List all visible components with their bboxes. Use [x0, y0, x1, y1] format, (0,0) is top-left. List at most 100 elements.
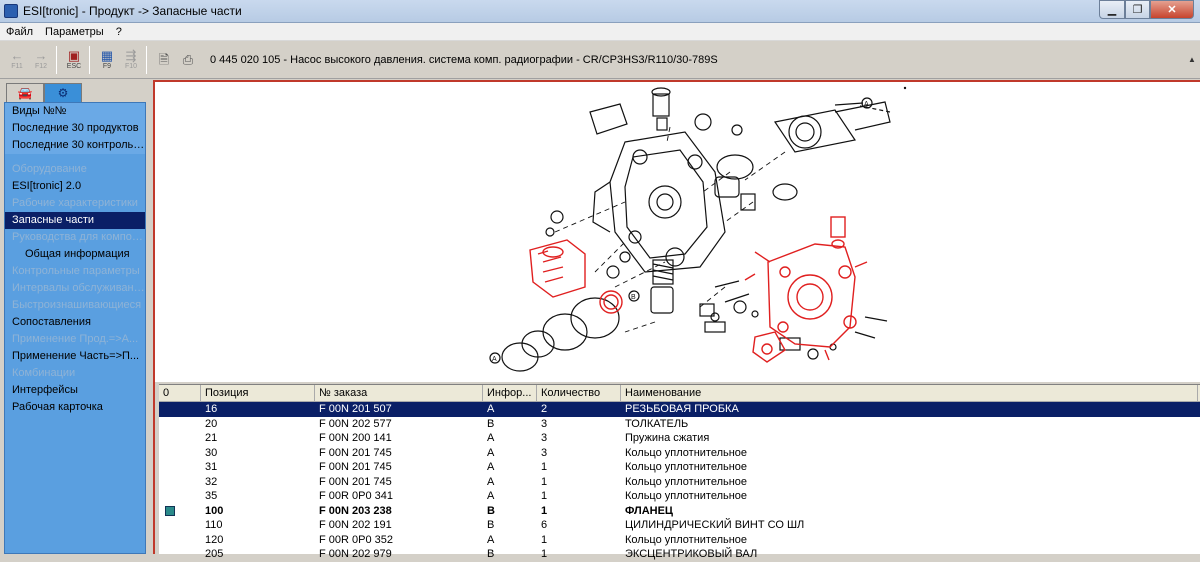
table-row[interactable]: 32 F 00N 201 745 A 1 Кольцо уплотнительное	[159, 475, 1200, 490]
document-icon: 🗎	[158, 51, 170, 67]
window-title: ESI[tronic] - Продукт -> Запасные части	[23, 4, 242, 18]
column-header-position[interactable]: Позиция	[201, 385, 315, 401]
row-flag-cell	[159, 402, 201, 417]
info-cell: A	[487, 446, 495, 459]
table-row[interactable]: 35 F 00R 0P0 341 A 1 Кольцо уплотнительное	[159, 489, 1200, 504]
exploded-view-drawing[interactable]: A A B	[155, 80, 1200, 382]
table-row[interactable]: 120 F 00R 0P0 352 A 1 Кольцо уплотнительное	[159, 533, 1200, 548]
close-button[interactable]: ✕	[1150, 0, 1194, 19]
forward-button[interactable]: → F12	[30, 45, 52, 75]
car-icon: 🚘	[17, 86, 33, 100]
arrow-right-icon: →	[34, 47, 48, 63]
table-row[interactable]: 205 F 00N 202 979 B 1 ЭКСЦЕНТРИКОВЫЙ ВАЛ	[159, 547, 1200, 562]
nav-item-types[interactable]: Виды №№	[5, 103, 145, 120]
app-icon	[4, 4, 18, 18]
print-button[interactable]: ⎙	[177, 45, 199, 75]
row-flag-cell	[159, 460, 201, 475]
tab-parts[interactable]: ⚙	[44, 83, 82, 102]
info-cell: B	[487, 519, 495, 531]
nav-item-esitronic[interactable]: ESI[tronic] 2.0	[5, 178, 145, 195]
pump-exploded-diagram: A A B	[489, 86, 907, 372]
quantity-cell: 2	[541, 403, 548, 415]
position-cell: 35	[205, 490, 218, 502]
quantity-cell: 1	[541, 504, 548, 517]
table-row[interactable]: 20 F 00N 202 577 B 3 ТОЛКАТЕЛЬ	[159, 417, 1200, 432]
f9-button[interactable]: ▦ F9	[96, 45, 118, 75]
nav-item-usage-product: Применение Прод.=>А...	[12, 333, 139, 345]
nav-item-interfaces[interactable]: Интерфейсы	[5, 382, 145, 399]
menu-parameters[interactable]: Параметры	[39, 26, 110, 38]
info-cell: B	[487, 548, 495, 560]
order-number-cell: F 00N 202 577	[319, 417, 392, 430]
info-cell: B	[487, 417, 495, 430]
minimize-button[interactable]: ▁	[1099, 0, 1125, 19]
nav-item-usage-part[interactable]: Применение Часть=>П...	[5, 348, 145, 365]
menu-help[interactable]: ?	[110, 26, 128, 38]
escape-button[interactable]: ▣ ESC	[63, 45, 85, 75]
order-number-cell: F 00N 202 191	[319, 519, 392, 531]
table-row[interactable]: 21 F 00N 200 141 A 3 Пружина сжатия	[159, 431, 1200, 446]
f10-button[interactable]: ⇶ F10	[120, 45, 142, 75]
name-cell: Кольцо уплотнительное	[625, 461, 748, 473]
panel-tabs: 🚘 ⚙	[6, 83, 82, 102]
column-header-flag[interactable]: 0	[159, 385, 201, 401]
tab-vehicle[interactable]: 🚘	[6, 83, 44, 102]
esc-icon: ▣	[67, 47, 81, 63]
callout-a-bottom: A	[492, 356, 497, 363]
name-cell: Кольцо уплотнительное	[625, 533, 748, 546]
table-row[interactable]: 110 F 00N 202 191 B 6 ЦИЛИНДРИЧЕСКИЙ ВИНТ СО…	[159, 518, 1200, 533]
arrow-left-icon: ←	[10, 47, 24, 63]
quantity-cell: 1	[541, 475, 548, 488]
table-row[interactable]: 30 F 00N 201 745 A 3 Кольцо уплотнительное	[159, 446, 1200, 461]
info-cell: A	[487, 490, 495, 502]
nav-item-comparisons[interactable]: Сопоставления	[5, 314, 145, 331]
row-flag-cell	[159, 417, 201, 432]
column-header-info[interactable]: Инфор...	[483, 385, 537, 401]
callout-b: B	[631, 294, 636, 301]
position-cell: 110	[205, 519, 223, 531]
position-cell: 30	[205, 446, 218, 459]
nav-item-work-card[interactable]: Рабочая карточка	[5, 399, 145, 416]
toolbar-separator	[89, 45, 90, 74]
nav-item-service-intervals: Интервалы обслуживания	[12, 282, 145, 294]
position-cell: 31	[205, 461, 218, 473]
assembly-icon[interactable]	[165, 505, 175, 516]
toolbar-separator	[56, 45, 57, 74]
nav-item-equipment: Оборудование	[12, 163, 87, 175]
position-cell: 100	[205, 504, 224, 517]
column-header-order-number[interactable]: № заказа	[315, 385, 483, 401]
scroll-up-icon[interactable]: ▲	[1186, 55, 1198, 67]
quantity-cell: 1	[541, 490, 548, 502]
nav-item-combinations: Комбинации	[12, 367, 76, 379]
nav-item-wear-parts: Быстроизнашивающиеся	[12, 299, 142, 311]
menu-file[interactable]: Файл	[0, 26, 39, 38]
name-cell: ФЛАНЕЦ	[625, 504, 673, 517]
navigation-list: Виды №№ Последние 30 продуктов Последние…	[4, 102, 146, 554]
nav-item-test-params: Контрольные параметры	[12, 265, 140, 277]
document-button[interactable]: 🗎	[153, 45, 175, 75]
nav-item-manuals: Руководства для компонентов	[12, 231, 145, 243]
name-cell: РЕЗЬБОВАЯ ПРОБКА	[625, 403, 739, 415]
quantity-cell: 1	[541, 533, 548, 546]
quantity-cell: 3	[541, 432, 548, 444]
row-flag-cell	[159, 547, 201, 562]
parts-table: 0 Позиция № заказа Инфор... Количество Н…	[159, 384, 1200, 560]
order-number-cell: F 00N 203 238	[319, 504, 392, 517]
row-flag-cell	[159, 533, 201, 548]
table-row[interactable]: 16 F 00N 201 507 A 2 РЕЗЬБОВАЯ ПРОБКА	[159, 402, 1200, 417]
parts-icon: ⚙	[57, 86, 69, 100]
table-header: 0 Позиция № заказа Инфор... Количество Н…	[159, 385, 1200, 402]
nav-item-recent-checks[interactable]: Последние 30 контрольных	[5, 137, 145, 154]
table-row[interactable]: 100 F 00N 203 238 B 1 ФЛАНЕЦ	[159, 504, 1200, 519]
info-cell: B	[487, 504, 495, 517]
column-header-quantity[interactable]: Количество	[537, 385, 621, 401]
restore-button[interactable]: ❐	[1125, 0, 1150, 19]
position-cell: 16	[205, 403, 218, 415]
column-header-name[interactable]: Наименование	[621, 385, 1198, 401]
table-row[interactable]: 31 F 00N 201 745 A 1 Кольцо уплотнительное	[159, 460, 1200, 475]
nav-item-general-info[interactable]: Общая информация	[5, 246, 145, 263]
order-number-cell: F 00N 201 745	[319, 475, 392, 488]
back-button[interactable]: ← F11	[6, 45, 28, 75]
nav-item-spare-parts[interactable]: Запасные части	[5, 212, 145, 229]
nav-item-recent-products[interactable]: Последние 30 продуктов	[5, 120, 145, 137]
